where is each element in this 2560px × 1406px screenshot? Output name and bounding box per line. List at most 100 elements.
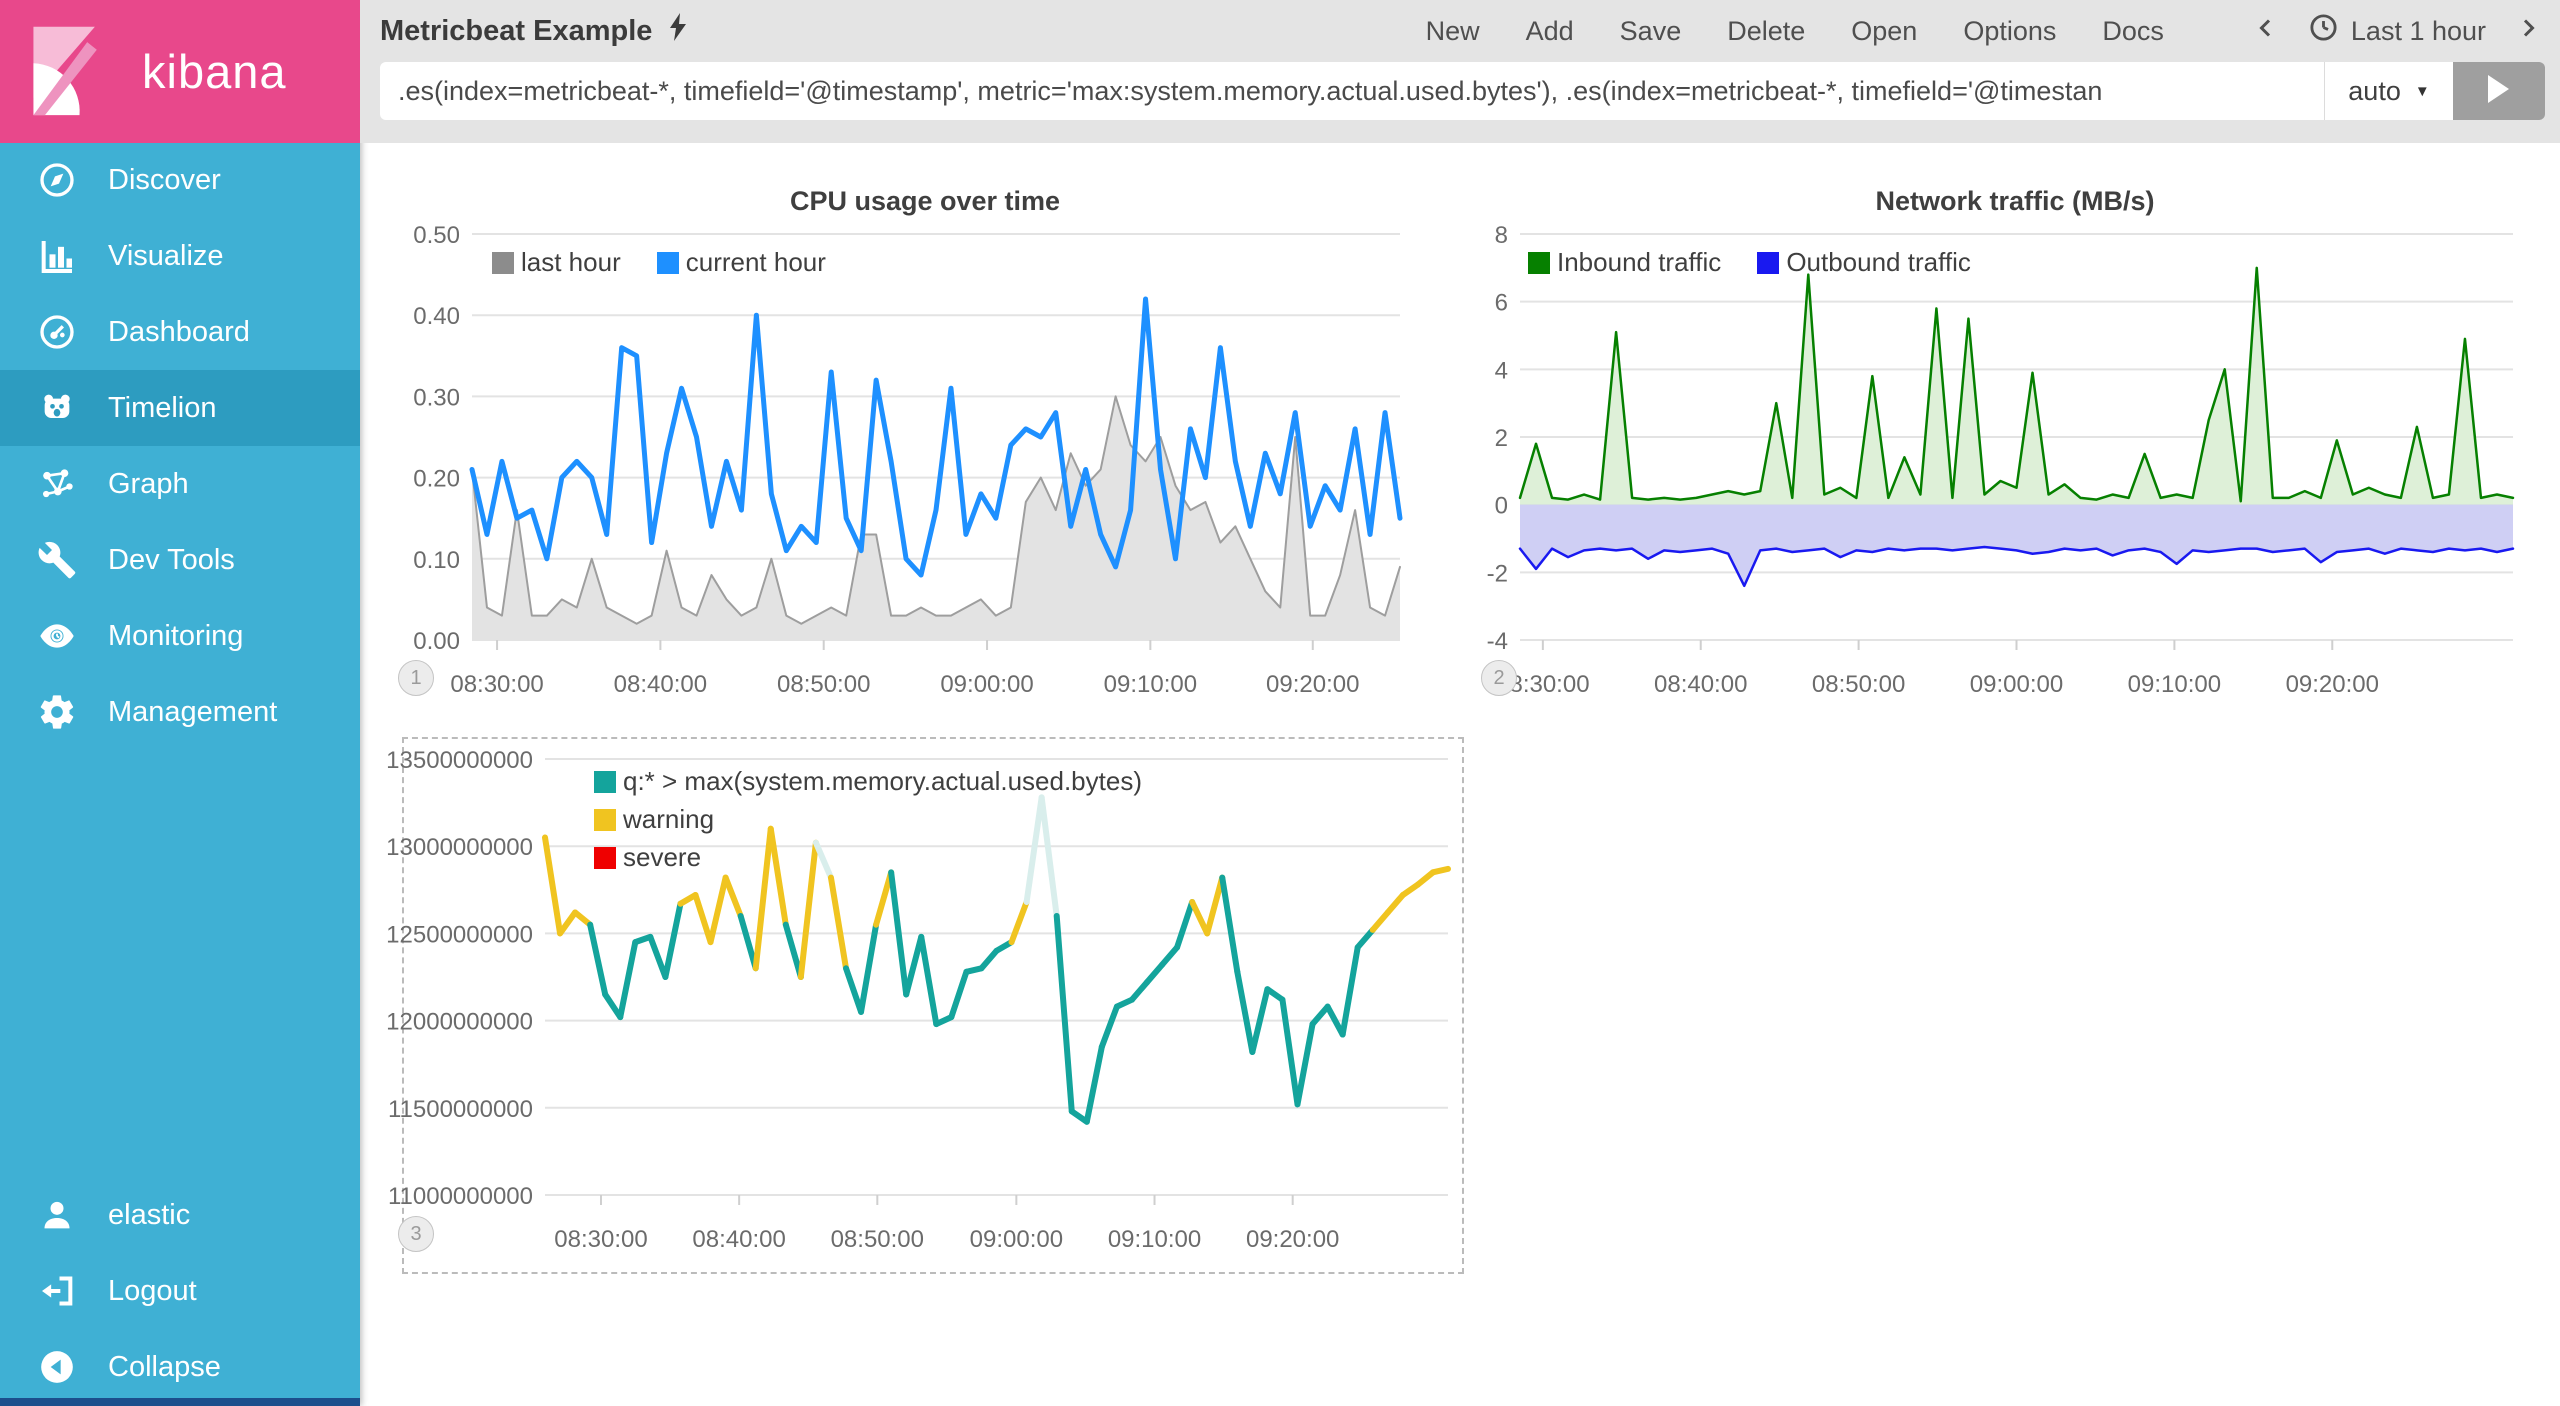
sidebar-item-label: Management: [108, 696, 277, 729]
sidebar-item-dev-tools[interactable]: Dev Tools: [0, 522, 360, 598]
sidebar-item-collapse[interactable]: Collapse: [0, 1329, 360, 1405]
chart-legend-memory: q:* > max(system.memory.actual.used.byte…: [594, 766, 1142, 873]
legend-label: last hour: [521, 247, 621, 278]
sidebar-item-graph[interactable]: Graph: [0, 446, 360, 522]
compass-icon: [36, 159, 78, 201]
query-input[interactable]: [380, 76, 2324, 107]
timelion-query-bar: auto ▼: [380, 62, 2545, 120]
legend-label: severe: [623, 842, 701, 873]
sidebar-nav: Discover Visualize Dashboard Timelion Gr…: [0, 142, 360, 750]
svg-text:09:20:00: 09:20:00: [2286, 671, 2379, 698]
time-navigation: Last 1 hour: [2254, 12, 2540, 50]
save-button[interactable]: Save: [1620, 16, 1682, 47]
svg-text:4: 4: [1495, 357, 1508, 384]
sidebar-item-label: Graph: [108, 468, 189, 501]
legend-swatch-icon: [492, 252, 514, 274]
sidebar-item-management[interactable]: Management: [0, 674, 360, 750]
chart-badge-3: 3: [398, 1216, 434, 1252]
sidebar-item-label: Timelion: [108, 392, 217, 425]
legend-item: current hour: [657, 247, 826, 278]
logout-icon: [36, 1270, 78, 1312]
svg-text:0.50: 0.50: [413, 222, 460, 249]
svg-text:0.20: 0.20: [413, 466, 460, 493]
interval-value: auto: [2348, 76, 2401, 107]
sheet-title-text: Metricbeat Example: [380, 15, 652, 48]
legend-label: Inbound traffic: [1557, 247, 1721, 278]
play-icon: [2488, 75, 2510, 108]
svg-text:09:10:00: 09:10:00: [2128, 671, 2221, 698]
sidebar-footer: elastic Logout Collapse: [0, 1177, 360, 1405]
legend-label: Outbound traffic: [1786, 247, 1971, 278]
legend-label: q:* > max(system.memory.actual.used.byte…: [623, 766, 1142, 797]
svg-text:08:30:00: 08:30:00: [450, 671, 543, 698]
sidebar-item-user[interactable]: elastic: [0, 1177, 360, 1253]
svg-text:8: 8: [1495, 222, 1508, 249]
svg-text:0.10: 0.10: [413, 547, 460, 574]
docs-button[interactable]: Docs: [2102, 16, 2164, 47]
legend-swatch-icon: [594, 847, 616, 869]
chevron-down-icon: ▼: [2415, 83, 2430, 100]
legend-item: q:* > max(system.memory.actual.used.byte…: [594, 766, 1142, 797]
sidebar-item-visualize[interactable]: Visualize: [0, 218, 360, 294]
menubar: Metricbeat Example New Add Save Delete O…: [360, 0, 2560, 54]
legend-label: current hour: [686, 247, 826, 278]
svg-text:08:30:00: 08:30:00: [554, 1226, 647, 1253]
svg-text:6: 6: [1495, 290, 1508, 317]
legend-item: Outbound traffic: [1757, 247, 1971, 278]
svg-text:12000000000: 12000000000: [386, 1009, 533, 1036]
svg-text:2: 2: [1495, 425, 1508, 452]
svg-text:09:10:00: 09:10:00: [1108, 1226, 1201, 1253]
kibana-logo[interactable]: kibana: [0, 0, 360, 143]
sidebar-item-logout[interactable]: Logout: [0, 1253, 360, 1329]
sidebar-bottom-strip: [0, 1398, 360, 1406]
svg-text:08:40:00: 08:40:00: [692, 1226, 785, 1253]
time-picker-button[interactable]: Last 1 hour: [2308, 12, 2486, 50]
collapse-icon: [36, 1346, 78, 1388]
chart-badge-2: 2: [1481, 660, 1517, 696]
sidebar-item-label: Dashboard: [108, 316, 250, 349]
svg-text:13500000000: 13500000000: [386, 747, 533, 774]
svg-text:08:50:00: 08:50:00: [831, 1226, 924, 1253]
legend-item: last hour: [492, 247, 621, 278]
sidebar-item-label: elastic: [108, 1199, 190, 1232]
brand-name: kibana: [142, 44, 287, 99]
sidebar-item-label: Dev Tools: [108, 544, 235, 577]
interval-select[interactable]: auto ▼: [2324, 62, 2453, 120]
sidebar-item-dashboard[interactable]: Dashboard: [0, 294, 360, 370]
svg-text:08:40:00: 08:40:00: [1654, 671, 1747, 698]
svg-text:08:50:00: 08:50:00: [777, 671, 870, 698]
svg-text:12500000000: 12500000000: [386, 921, 533, 948]
delete-button[interactable]: Delete: [1727, 16, 1805, 47]
sidebar-item-label: Discover: [108, 164, 221, 197]
sidebar-item-discover[interactable]: Discover: [0, 142, 360, 218]
sheet-title: Metricbeat Example: [380, 4, 690, 50]
timelion-icon: [36, 387, 78, 429]
time-forward-button[interactable]: [2516, 13, 2540, 50]
legend-swatch-icon: [1757, 252, 1779, 274]
add-button[interactable]: Add: [1526, 16, 1574, 47]
gear-icon: [36, 691, 78, 733]
options-button[interactable]: Options: [1963, 16, 2056, 47]
eye-icon: [36, 615, 78, 657]
legend-item: warning: [594, 804, 1142, 835]
legend-swatch-icon: [594, 809, 616, 831]
sidebar-item-monitoring[interactable]: Monitoring: [0, 598, 360, 674]
time-back-button[interactable]: [2254, 13, 2278, 50]
svg-text:0.00: 0.00: [413, 628, 460, 655]
svg-text:08:50:00: 08:50:00: [1812, 671, 1905, 698]
run-button[interactable]: [2453, 62, 2545, 120]
sidebar-item-label: Monitoring: [108, 620, 243, 653]
lightning-icon: [666, 12, 690, 50]
svg-text:13000000000: 13000000000: [386, 834, 533, 861]
svg-text:08:40:00: 08:40:00: [614, 671, 707, 698]
legend-swatch-icon: [594, 771, 616, 793]
chart-badge-1: 1: [398, 660, 434, 696]
new-button[interactable]: New: [1426, 16, 1480, 47]
svg-text:09:10:00: 09:10:00: [1104, 671, 1197, 698]
chart-legend-cpu: last hour current hour: [492, 247, 826, 278]
bar-chart-icon: [36, 235, 78, 277]
svg-text:0.40: 0.40: [413, 303, 460, 330]
sidebar-item-timelion[interactable]: Timelion: [0, 370, 360, 446]
open-button[interactable]: Open: [1851, 16, 1917, 47]
legend-label: warning: [623, 804, 714, 835]
